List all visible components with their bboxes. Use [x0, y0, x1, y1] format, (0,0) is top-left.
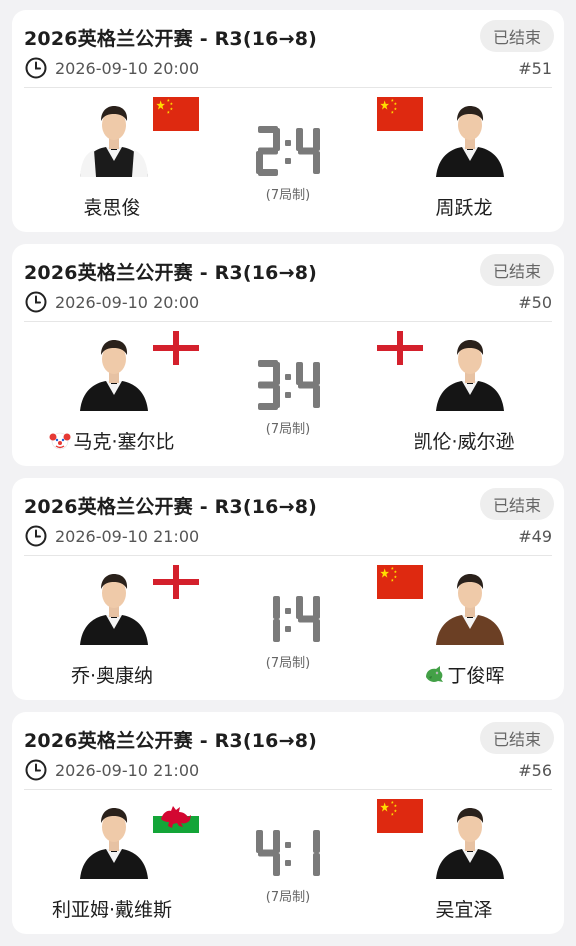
player-two-photo [432, 799, 508, 879]
score-display [258, 360, 320, 410]
player-name-label: 凯伦·威尔逊 [413, 431, 515, 453]
england-flag-icon [377, 331, 423, 365]
match-number: #50 [518, 293, 552, 312]
player-one-name[interactable]: 利亚姆·戴维斯 [12, 895, 212, 922]
player-one-score [256, 830, 280, 876]
match-format: (7局制) [265, 422, 311, 437]
clock-icon [25, 759, 47, 781]
match-card[interactable]: 2026英格兰公开赛 - R3(16→8) 已结束 2026-09-10 20:00… [12, 10, 564, 232]
player-one-score [256, 126, 280, 176]
clock-icon [25, 291, 47, 313]
match-card[interactable]: 2026英格兰公开赛 - R3(16→8) 已结束 2026-09-10 21:00… [12, 478, 564, 700]
divider [24, 321, 552, 322]
score-display [256, 830, 320, 876]
status-badge: 已结束 [480, 722, 554, 754]
player-name-label: 利亚姆·戴维斯 [51, 899, 173, 921]
wales-flag-icon [153, 799, 199, 833]
divider [24, 789, 552, 790]
player-name-label: 乔·奥康纳 [70, 665, 154, 687]
player-two-name[interactable]: 吴宜泽 [364, 895, 564, 922]
status-badge: 已结束 [480, 488, 554, 520]
player-one-score [258, 360, 280, 410]
match-title: 2026英格兰公开赛 - R3(16→8) [24, 28, 317, 50]
player-one-photo [76, 97, 152, 177]
player-two-photo [432, 97, 508, 177]
match-list: 2026英格兰公开赛 - R3(16→8) 已结束 2026-09-10 20:00… [0, 0, 576, 934]
match-title: 2026英格兰公开赛 - R3(16→8) [24, 730, 317, 752]
china-flag-icon [153, 97, 199, 131]
score-display [256, 126, 320, 176]
dragon-icon [426, 666, 444, 682]
match-format: (7局制) [265, 656, 311, 671]
match-time: 2026-09-10 21:00 [55, 527, 200, 546]
china-flag-icon [377, 565, 423, 599]
match-format: (7局制) [265, 188, 311, 203]
player-two-score [296, 362, 320, 408]
england-flag-icon [153, 331, 199, 365]
player-one-score [273, 596, 280, 642]
match-number: #49 [518, 527, 552, 546]
player-name-label: 袁思俊 [83, 197, 141, 219]
player-one-photo [76, 331, 152, 411]
player-two-photo [432, 565, 508, 645]
player-one-name[interactable]: 乔·奥康纳 [12, 661, 212, 688]
player-two-score [313, 830, 320, 876]
clock-icon [25, 525, 47, 547]
score-display [273, 596, 320, 642]
match-time: 2026-09-10 20:00 [55, 293, 200, 312]
player-two-score [296, 596, 320, 642]
player-two-score [296, 128, 320, 174]
match-card[interactable]: 2026英格兰公开赛 - R3(16→8) 已结束 2026-09-10 20:00… [12, 244, 564, 466]
divider [24, 87, 552, 88]
player-one-photo [76, 565, 152, 645]
status-badge: 已结束 [480, 20, 554, 52]
clock-icon [25, 57, 47, 79]
china-flag-icon [377, 97, 423, 131]
match-card[interactable]: 2026英格兰公开赛 - R3(16→8) 已结束 2026-09-10 21:00… [12, 712, 564, 934]
status-badge: 已结束 [480, 254, 554, 286]
england-flag-icon [153, 565, 199, 599]
player-name-label: 丁俊晖 [447, 665, 505, 687]
player-two-photo [432, 331, 508, 411]
divider [24, 555, 552, 556]
player-two-name[interactable]: 丁俊晖 [364, 661, 564, 688]
player-two-name[interactable]: 凯伦·威尔逊 [364, 427, 564, 454]
match-time: 2026-09-10 21:00 [55, 761, 200, 780]
china-flag-icon [377, 799, 423, 833]
match-format: (7局制) [265, 890, 311, 905]
match-title: 2026英格兰公开赛 - R3(16→8) [24, 496, 317, 518]
player-one-name[interactable]: 袁思俊 [12, 193, 212, 220]
player-one-photo [76, 799, 152, 879]
player-two-name[interactable]: 周跃龙 [364, 193, 564, 220]
player-name-label: 周跃龙 [435, 197, 493, 219]
match-number: #51 [518, 59, 552, 78]
clown-face-icon [49, 432, 71, 450]
match-number: #56 [518, 761, 552, 780]
player-name-label: 马克·塞尔比 [73, 431, 175, 453]
player-name-label: 吴宜泽 [435, 899, 493, 921]
player-one-name[interactable]: 马克·塞尔比 [12, 427, 212, 454]
match-title: 2026英格兰公开赛 - R3(16→8) [24, 262, 317, 284]
match-time: 2026-09-10 20:00 [55, 59, 200, 78]
